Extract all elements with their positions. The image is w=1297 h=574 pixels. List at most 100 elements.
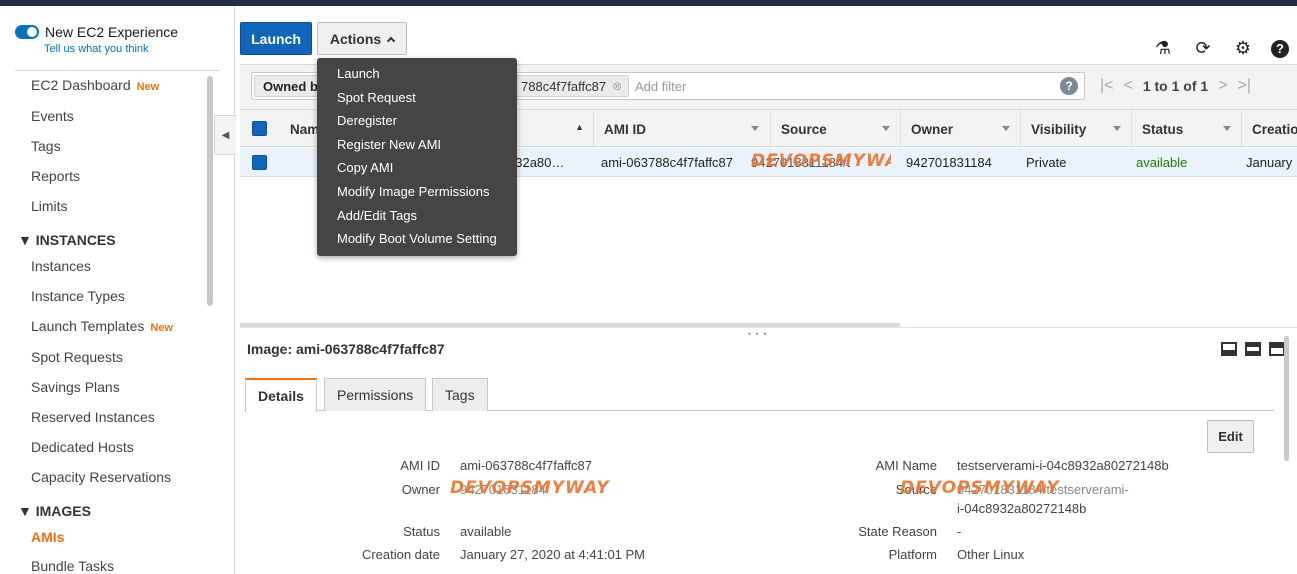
divider <box>15 70 220 71</box>
toggle-switch[interactable] <box>15 25 39 39</box>
launch-button[interactable]: Launch <box>240 22 312 55</box>
new-experience-toggle-row[interactable]: New EC2 Experience <box>15 24 178 40</box>
sidebar-item-events[interactable]: Events <box>31 108 74 124</box>
sidebar-item-reports[interactable]: Reports <box>31 168 80 184</box>
menu-item-launch[interactable]: Launch <box>317 62 517 86</box>
layout-top-icon[interactable] <box>1269 342 1285 356</box>
sort-asc-icon: ▲ <box>575 122 584 132</box>
flask-icon[interactable]: ⚗ <box>1151 38 1175 59</box>
menu-item-modify-image-permissions[interactable]: Modify Image Permissions <box>317 180 517 204</box>
cell-status: available <box>1136 155 1188 170</box>
menu-item-add-edit-tags[interactable]: Add/Edit Tags <box>317 204 517 228</box>
help-icon[interactable]: ? <box>1271 39 1289 58</box>
column-header-status[interactable]: Status <box>1131 110 1241 148</box>
watermark: DEVOPSMYWAY <box>751 151 891 171</box>
sort-icon <box>751 126 759 131</box>
select-all-checkbox[interactable] <box>252 121 267 136</box>
sidebar-item-label: Reserved Instances <box>31 409 155 425</box>
section-images[interactable]: ▼ IMAGES <box>18 503 91 519</box>
value-platform: Other Linux <box>957 547 1025 562</box>
sidebar-item-label: Dedicated Hosts <box>31 439 134 455</box>
menu-item-copy-ami[interactable]: Copy AMI <box>317 156 517 180</box>
toolbar-icons: ⚗ ⟳ ⚙ ? <box>1151 38 1289 59</box>
new-badge: New <box>150 322 173 334</box>
sidebar-item-spot-requests[interactable]: Spot Requests <box>31 349 123 365</box>
column-header-visibility[interactable]: Visibility <box>1020 110 1131 148</box>
sidebar-item-label: EC2 Dashboard <box>31 77 131 93</box>
sidebar-item-tags[interactable]: Tags <box>31 138 61 154</box>
sidebar-item-amis[interactable]: AMIs <box>31 529 64 545</box>
new-badge: New <box>136 81 160 93</box>
feedback-link[interactable]: Tell us what you think <box>44 43 149 55</box>
filter-placeholder[interactable]: Add filter <box>635 79 686 94</box>
actions-button[interactable]: Actions <box>317 22 407 55</box>
tab-permissions[interactable]: Permissions <box>324 378 427 411</box>
menu-item-deregister[interactable]: Deregister <box>317 109 517 133</box>
sidebar-item-instance-types[interactable]: Instance Types <box>31 288 125 304</box>
sort-icon <box>1002 126 1010 131</box>
tab-tags[interactable]: Tags <box>432 378 488 411</box>
pane-splitter[interactable] <box>240 327 1297 328</box>
sidebar-item-label: Instances <box>31 258 91 274</box>
cell-ami-name: 932a80… <box>508 155 565 170</box>
menu-item-modify-boot-volume-setting[interactable]: Modify Boot Volume Setting <box>317 227 517 251</box>
sidebar-item-reserved-instances[interactable]: Reserved Instances <box>31 409 155 425</box>
column-label: Status <box>1142 121 1184 137</box>
detail-title: Image: ami-063788c4f7faffc87 <box>247 341 445 357</box>
menu-item-spot-request[interactable]: Spot Request <box>317 86 517 110</box>
sidebar-item-bundle-tasks[interactable]: Bundle Tasks <box>31 558 114 574</box>
label-owner: Owner <box>401 482 440 497</box>
row-checkbox[interactable] <box>252 155 267 170</box>
cell-owner: 942701831184 <box>906 155 992 170</box>
layout-split-icon[interactable] <box>1245 342 1261 356</box>
sidebar-item-instances[interactable]: Instances <box>31 258 91 274</box>
label-state-reason: State Reason <box>858 524 937 539</box>
column-label: Source <box>781 121 827 137</box>
layout-toggle-icons <box>1221 342 1285 356</box>
sidebar-item-ec2-dashboard[interactable]: EC2 Dashboard New <box>31 77 159 93</box>
column-header-owner[interactable]: Owner <box>900 110 1020 148</box>
column-label: Creatio <box>1252 121 1297 137</box>
tab-details[interactable]: Details <box>245 378 317 412</box>
menu-item-register-new-ami[interactable]: Register New AMI <box>317 133 517 157</box>
filter-tag-ami[interactable]: 788c4f7faffc87 ⊗ <box>514 75 630 97</box>
detail-scrollbar[interactable] <box>1284 336 1289 461</box>
value-creation-date: January 27, 2020 at 4:41:01 PM <box>460 547 646 562</box>
actions-menu: Launch Spot Request Deregister Register … <box>317 58 517 256</box>
value-status: available <box>460 524 512 539</box>
last-page-icon[interactable]: >| <box>1238 77 1252 95</box>
layout-bottom-icon[interactable] <box>1221 342 1237 356</box>
section-instances[interactable]: ▼ INSTANCES <box>18 232 116 248</box>
filter-help-icon[interactable]: ? <box>1060 77 1078 95</box>
next-page-icon[interactable]: > <box>1218 77 1227 95</box>
refresh-icon[interactable]: ⟳ <box>1191 38 1215 59</box>
sidebar-item-limits[interactable]: Limits <box>31 198 68 214</box>
toggle-label: New EC2 Experience <box>45 24 179 40</box>
sidebar-item-launch-templates[interactable]: Launch Templates New <box>31 318 173 334</box>
sidebar-scrollbar[interactable] <box>207 76 213 306</box>
sort-icon <box>1113 126 1121 131</box>
sidebar-item-label: Bundle Tasks <box>31 558 115 574</box>
sidebar-collapse-button[interactable]: ◀ <box>214 115 236 155</box>
drag-handle-icon[interactable]: • • • <box>748 329 767 339</box>
value-source-line2: i-04c8932a80272148b <box>957 501 1087 516</box>
close-icon[interactable]: ⊗ <box>612 79 622 93</box>
column-label: Owner <box>911 121 954 137</box>
sidebar-item-savings-plans[interactable]: Savings Plans <box>31 379 120 395</box>
column-header-ami-id[interactable]: AMI ID <box>593 110 769 148</box>
sidebar-item-label: Limits <box>31 198 68 214</box>
gear-icon[interactable]: ⚙ <box>1231 38 1255 59</box>
column-label: Visibility <box>1031 121 1087 137</box>
edit-button[interactable]: Edit <box>1207 420 1254 453</box>
prev-page-icon[interactable]: < <box>1124 77 1133 95</box>
actions-label: Actions <box>329 30 382 47</box>
sidebar-item-capacity-reservations[interactable]: Capacity Reservations <box>31 469 171 485</box>
column-header-ami-name[interactable]: ▲ <box>508 110 594 148</box>
first-page-icon[interactable]: |< <box>1100 77 1114 95</box>
cell-visibility: Private <box>1026 155 1067 170</box>
sidebar-item-dedicated-hosts[interactable]: Dedicated Hosts <box>31 439 134 455</box>
label-creation-date: Creation date <box>361 547 440 562</box>
column-header-source[interactable]: Source <box>770 110 900 148</box>
sort-icon <box>882 126 890 131</box>
column-header-creation[interactable]: Creatio <box>1241 110 1297 148</box>
